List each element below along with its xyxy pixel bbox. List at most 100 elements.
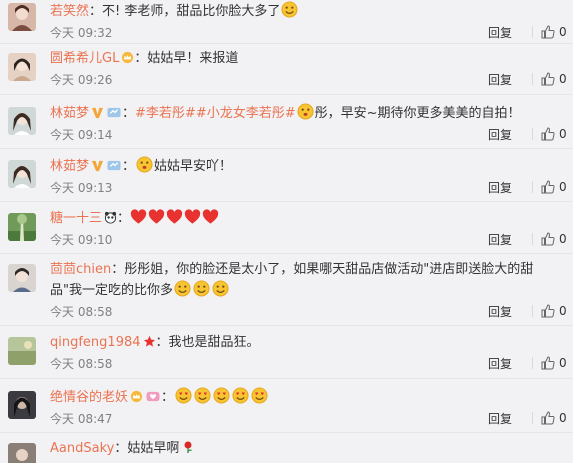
username[interactable]: qingfeng1984 bbox=[50, 335, 141, 350]
crown-badge-icon bbox=[130, 390, 143, 403]
heart-eyes-icon bbox=[251, 387, 268, 404]
topic-link[interactable]: #李若彤# bbox=[135, 106, 196, 121]
username[interactable]: AandSaky bbox=[50, 441, 114, 456]
like-button[interactable]: 0 bbox=[541, 232, 573, 246]
like-button[interactable]: 0 bbox=[541, 411, 573, 425]
reply-button[interactable]: 回复 bbox=[488, 24, 532, 41]
username[interactable]: 若笑然 bbox=[50, 4, 89, 19]
comment-item: qingfeng1984 ：我也是甜品狂。 今天 08:58 回复 0 bbox=[0, 326, 573, 379]
reply-button[interactable]: 回复 bbox=[488, 179, 532, 196]
divider bbox=[532, 73, 533, 85]
like-count: 0 bbox=[559, 127, 567, 141]
like-count: 0 bbox=[559, 356, 567, 370]
avatar[interactable] bbox=[8, 3, 36, 31]
comment-item: AandSaky：姑姑早啊 bbox=[0, 433, 573, 463]
comment-text: 彤，早安~期待你更多美美的自拍！ bbox=[314, 106, 521, 121]
divider bbox=[532, 233, 533, 245]
comment-item: 圆希希儿GL ：姑姑早！来报道 今天 09:26 回复 0 bbox=[0, 44, 573, 95]
like-count: 0 bbox=[559, 232, 567, 246]
username[interactable]: 圆希希儿GL bbox=[50, 51, 119, 66]
avatar[interactable] bbox=[8, 264, 36, 292]
username[interactable]: 林茹梦 bbox=[50, 106, 89, 121]
comment-item: 茴茴chien：彤彤姐，你的脸还是太小了，如果哪天甜品店做活动"进店即送脸大的甜… bbox=[0, 254, 573, 326]
pink-badge-icon bbox=[146, 391, 160, 402]
member-badge-icon bbox=[107, 160, 121, 171]
comment-time: 今天 09:10 bbox=[50, 232, 113, 247]
rose-icon bbox=[184, 441, 193, 453]
thumbs-up-icon bbox=[541, 72, 555, 86]
smiley-face-icon bbox=[281, 1, 298, 18]
like-button[interactable]: 0 bbox=[541, 72, 573, 86]
comment-time: 今天 08:58 bbox=[50, 356, 113, 371]
colon: ： bbox=[122, 159, 136, 174]
comment-text: ：我也是甜品狂。 bbox=[155, 335, 260, 350]
crown-badge-icon bbox=[122, 51, 134, 64]
thumbs-up-icon bbox=[541, 304, 555, 318]
username[interactable]: 糖一十三 bbox=[50, 211, 102, 226]
avatar[interactable] bbox=[8, 443, 36, 463]
avatar[interactable] bbox=[8, 213, 36, 241]
username[interactable]: 林茹梦 bbox=[50, 159, 89, 174]
heart-icon bbox=[130, 209, 147, 224]
like-button[interactable]: 0 bbox=[541, 25, 573, 39]
heart-eyes-icon bbox=[213, 387, 230, 404]
smiley-face-icon bbox=[174, 280, 191, 297]
comment-item: 林茹梦 ： 姑姑早安吖！ 今天 09:13 回复 0 bbox=[0, 149, 573, 202]
comment-time: 今天 08:47 bbox=[50, 411, 113, 426]
heart-eyes-icon bbox=[232, 387, 249, 404]
thumbs-up-icon bbox=[541, 180, 555, 194]
reply-button[interactable]: 回复 bbox=[488, 410, 532, 427]
topic-link[interactable]: #小龙女李若彤# bbox=[196, 106, 296, 121]
heart-icon bbox=[184, 209, 201, 224]
smiley-face-icon bbox=[297, 103, 314, 120]
like-button[interactable]: 0 bbox=[541, 356, 573, 370]
like-count: 0 bbox=[559, 180, 567, 194]
avatar[interactable] bbox=[8, 160, 36, 188]
colon: ： bbox=[117, 211, 131, 226]
comment-text: 姑姑早安吖！ bbox=[154, 159, 233, 174]
reply-button[interactable]: 回复 bbox=[488, 355, 532, 372]
heart-icon bbox=[166, 209, 183, 224]
reply-button[interactable]: 回复 bbox=[488, 231, 532, 248]
gold-v-badge-icon bbox=[91, 160, 104, 172]
colon: ： bbox=[161, 390, 175, 405]
like-button[interactable]: 0 bbox=[541, 180, 573, 194]
comment-time: 今天 09:32 bbox=[50, 25, 113, 40]
avatar[interactable] bbox=[8, 107, 36, 135]
thumbs-up-icon bbox=[541, 127, 555, 141]
reply-button[interactable]: 回复 bbox=[488, 71, 532, 88]
like-count: 0 bbox=[559, 304, 567, 318]
comment-text: ：姑姑早！来报道 bbox=[134, 51, 239, 66]
avatar[interactable] bbox=[8, 53, 36, 81]
divider bbox=[532, 412, 533, 424]
thumbs-up-icon bbox=[541, 411, 555, 425]
divider bbox=[532, 357, 533, 369]
like-count: 0 bbox=[559, 411, 567, 425]
comment-text: ：彤彤姐，你的脸还是太小了，如果哪天甜品店做活动"进店即送脸大的甜品"我一定吃的… bbox=[50, 262, 534, 298]
smiley-face-icon bbox=[193, 280, 210, 297]
thumbs-up-icon bbox=[541, 25, 555, 39]
member-badge-icon bbox=[107, 107, 121, 118]
comment-time: 今天 09:26 bbox=[50, 72, 113, 87]
username[interactable]: 茴茴chien bbox=[50, 262, 111, 277]
comment-item: 糖一十三 ： 今天 09:10 回复 0 bbox=[0, 202, 573, 254]
reply-button[interactable]: 回复 bbox=[488, 303, 532, 320]
like-button[interactable]: 0 bbox=[541, 304, 573, 318]
heart-icon bbox=[202, 209, 219, 224]
thumbs-up-icon bbox=[541, 356, 555, 370]
username[interactable]: 绝情谷的老妖 bbox=[50, 390, 128, 405]
smiley-face-icon bbox=[136, 156, 153, 173]
avatar[interactable] bbox=[8, 391, 36, 419]
colon: ： bbox=[122, 106, 136, 121]
comment-time: 今天 08:58 bbox=[50, 304, 113, 319]
smiley-face-icon bbox=[212, 280, 229, 297]
thumbs-up-icon bbox=[541, 232, 555, 246]
comment-list: 若笑然：不! 李老师，甜品比你脸大多了 今天 09:32 回复 0 圆希希儿GL… bbox=[0, 0, 573, 463]
reply-button[interactable]: 回复 bbox=[488, 126, 532, 143]
heart-icon bbox=[148, 209, 165, 224]
red-star-badge-icon bbox=[143, 335, 155, 347]
comment-item: 林茹梦 ：#李若彤##小龙女李若彤# 彤，早安~期待你更多美美的自拍！ 今天 09:… bbox=[0, 95, 573, 149]
avatar[interactable] bbox=[8, 337, 36, 365]
like-count: 0 bbox=[559, 72, 567, 86]
like-button[interactable]: 0 bbox=[541, 127, 573, 141]
